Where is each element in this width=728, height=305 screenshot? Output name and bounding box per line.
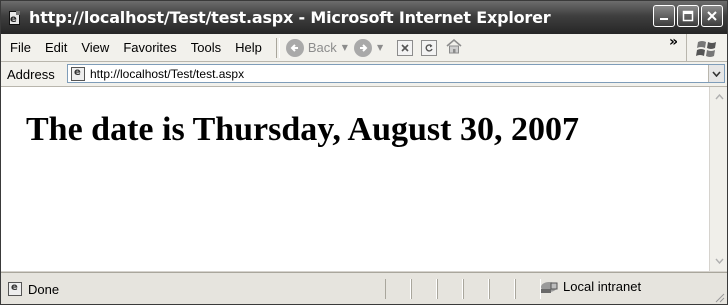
toolbar-separator xyxy=(275,37,280,58)
back-label: Back xyxy=(307,40,337,55)
page-icon: e xyxy=(71,66,85,81)
zone-label: Local intranet xyxy=(563,279,642,294)
back-arrow-icon xyxy=(285,38,304,57)
windows-logo xyxy=(686,34,727,61)
resize-grip-icon[interactable] xyxy=(713,291,725,303)
browser-window: e http://localhost/Test/test.aspx - Micr… xyxy=(0,0,728,305)
refresh-icon xyxy=(425,43,433,52)
close-icon xyxy=(707,11,717,21)
scroll-down-icon[interactable] xyxy=(711,253,727,269)
status-panes xyxy=(385,279,541,299)
menu-view[interactable]: View xyxy=(81,40,109,55)
toolbar-chevron-icon[interactable]: » xyxy=(669,34,678,50)
refresh-button[interactable] xyxy=(421,39,438,56)
address-label: Address xyxy=(7,66,55,82)
security-zone: Local intranet xyxy=(539,279,641,294)
intranet-icon xyxy=(541,281,558,293)
page-content: The date is Thursday, August 30, 2007 xyxy=(1,87,709,271)
vertical-scrollbar[interactable] xyxy=(709,87,727,271)
forward-button[interactable] xyxy=(353,38,372,57)
menu-favorites[interactable]: Favorites xyxy=(123,40,176,55)
scroll-up-icon[interactable] xyxy=(711,89,727,105)
minimize-button[interactable] xyxy=(653,5,675,27)
ie-page-icon: e xyxy=(7,10,23,26)
forward-arrow-icon xyxy=(353,38,372,57)
home-icon xyxy=(446,38,462,53)
address-bar: Address e xyxy=(1,62,727,87)
status-text: Done xyxy=(28,281,60,297)
back-dropdown-icon[interactable]: ▼ xyxy=(342,43,348,52)
menu-help[interactable]: Help xyxy=(235,40,262,55)
address-field[interactable]: e xyxy=(67,64,725,83)
stop-icon xyxy=(401,43,409,52)
menu-file[interactable]: File xyxy=(10,40,31,55)
date-heading: The date is Thursday, August 30, 2007 xyxy=(26,111,579,148)
status-bar: e Done Local intranet xyxy=(1,272,727,304)
forward-dropdown-icon[interactable]: ▼ xyxy=(377,43,383,52)
maximize-icon xyxy=(682,10,694,22)
address-input[interactable] xyxy=(90,66,670,81)
back-button[interactable]: Back xyxy=(285,38,337,57)
chevron-down-icon xyxy=(712,70,721,77)
window-controls xyxy=(653,5,723,27)
maximize-button[interactable] xyxy=(677,5,699,27)
status-page-icon: e xyxy=(8,282,22,296)
window-title: http://localhost/Test/test.aspx - Micros… xyxy=(29,8,551,27)
close-button[interactable] xyxy=(701,5,723,27)
menu-edit[interactable]: Edit xyxy=(45,40,67,55)
stop-button[interactable] xyxy=(397,39,414,56)
address-dropdown-button[interactable] xyxy=(708,65,724,82)
minimize-icon xyxy=(660,18,668,20)
title-bar: e http://localhost/Test/test.aspx - Micr… xyxy=(1,1,727,34)
menu-bar: File Edit View Favorites Tools Help Back… xyxy=(1,34,727,62)
home-button[interactable] xyxy=(445,38,463,58)
menu-tools[interactable]: Tools xyxy=(191,40,221,55)
